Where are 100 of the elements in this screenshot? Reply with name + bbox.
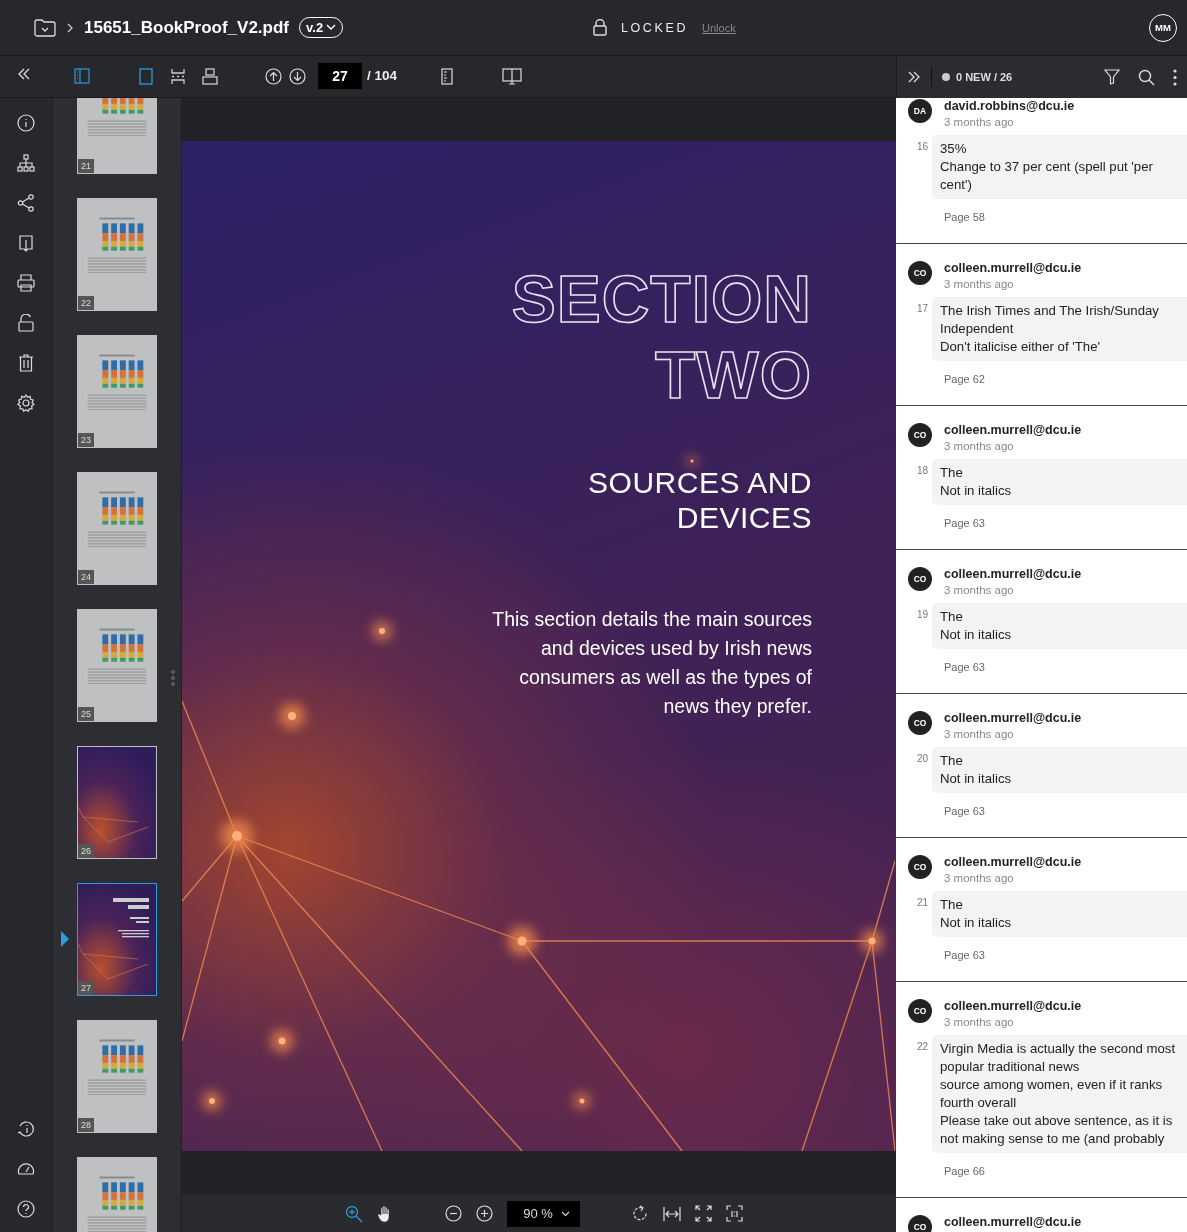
- comment-number: 21: [915, 896, 929, 910]
- comment-time: 3 months ago: [944, 1015, 1015, 1030]
- comment-author: colleen.murrell@dcu.ie: [944, 710, 1082, 726]
- user-avatar: CO: [908, 999, 932, 1023]
- page-fit-icon[interactable]: [202, 68, 218, 85]
- section-title: TWO: [655, 337, 812, 413]
- page-thumbnail[interactable]: 22: [77, 198, 157, 311]
- comment-time: 3 months ago: [944, 871, 1015, 886]
- help-icon[interactable]: [17, 1200, 35, 1218]
- comment-bubble[interactable]: The Not in italics: [932, 459, 1187, 505]
- unlock-link[interactable]: Unlock: [702, 21, 736, 34]
- section-description: and devices used by Irish news: [541, 636, 812, 661]
- share-icon[interactable]: [17, 194, 35, 212]
- info-icon[interactable]: [17, 114, 35, 132]
- thumbnails-toggle-icon[interactable]: [74, 68, 90, 84]
- comment-page: Page 62: [944, 372, 986, 387]
- filter-icon[interactable]: [1104, 69, 1120, 85]
- arrow-down-icon[interactable]: [289, 68, 306, 85]
- search-icon[interactable]: [1138, 68, 1155, 86]
- comment-text: Not in italics: [940, 482, 1013, 500]
- comment-bubble[interactable]: The Not in italics: [932, 747, 1187, 793]
- file-name: 15651_BookProof_V2.pdf: [84, 17, 289, 38]
- section-description: consumers as well as the types of: [519, 665, 812, 690]
- fit-width-icon[interactable]: [662, 1205, 681, 1222]
- user-avatar: CO: [908, 261, 932, 285]
- section-subtitle: SOURCES AND: [588, 465, 812, 500]
- settings-icon[interactable]: [17, 394, 35, 412]
- comment-bubble[interactable]: 35% Change to 37 per cent (spell put 'per cent'): [932, 135, 1187, 199]
- caret-icon: [326, 24, 337, 31]
- zoom-tool-icon[interactable]: [345, 1204, 364, 1223]
- comment-text: 35%: [940, 140, 968, 158]
- page-number: 21: [78, 159, 94, 173]
- collapse-icon[interactable]: [17, 68, 31, 80]
- comment-author: colleen.murrell@dcu.ie: [944, 422, 1082, 438]
- zoom-level-dropdown[interactable]: 90 %: [507, 1200, 580, 1227]
- comment-time: 3 months ago: [944, 439, 1015, 454]
- folder-icon[interactable]: [34, 18, 56, 37]
- user-avatar: CO: [908, 567, 932, 591]
- comment-author: colleen.murrell@dcu.ie: [944, 998, 1082, 1014]
- page-number: 24: [78, 570, 94, 584]
- comment-number: 20: [915, 752, 929, 766]
- page-number: 23: [78, 433, 94, 447]
- comment-text: The: [940, 608, 964, 626]
- user-avatar: CO: [908, 1215, 932, 1232]
- gauge-icon[interactable]: [17, 1160, 35, 1178]
- comment-author: colleen.murrell@dcu.ie: [944, 854, 1082, 870]
- lock-icon[interactable]: [17, 314, 35, 332]
- comment-page: Page 63: [944, 948, 986, 963]
- trash-icon[interactable]: [17, 354, 35, 372]
- section-title: SECTION: [511, 261, 812, 337]
- comment-time: 3 months ago: [944, 115, 1015, 130]
- user-avatar: CO: [908, 423, 932, 447]
- comment-author: colleen.murrell@dcu.ie: [944, 260, 1082, 276]
- expand-icon[interactable]: [907, 71, 921, 83]
- comment-text: Not in italics: [940, 626, 1013, 644]
- download-icon[interactable]: [17, 234, 35, 252]
- page-thumbnail[interactable]: 26: [77, 746, 157, 859]
- comment-time: 3 months ago: [944, 583, 1015, 598]
- section-description: This section details the main sources: [492, 607, 812, 632]
- comment-author: david.robbins@dcu.ie: [944, 98, 1075, 114]
- single-page-icon[interactable]: [138, 68, 154, 85]
- more-options-icon[interactable]: [1173, 68, 1177, 86]
- page-total: / 104: [367, 68, 398, 83]
- comment-text: Please take out above sentence, as it is not making sense to me (and probably: [940, 1112, 1174, 1148]
- comment-bubble[interactable]: Virgin Media is actually the second most popular traditional news source among women, even if it ranks fourth overall Please take out above sentence, as it is not making sense to me (and probably: [932, 1035, 1187, 1153]
- fullscreen-icon[interactable]: [694, 1205, 712, 1222]
- page-thumbnail[interactable]: 27: [77, 883, 157, 996]
- page-number: 26: [78, 844, 94, 858]
- comment-text: Not in italics: [940, 770, 1013, 788]
- comment-page: Page 58: [944, 210, 986, 225]
- page-thumbnail[interactable]: 23: [77, 335, 157, 448]
- comment-text: Don't italicise either of 'The': [940, 338, 1101, 356]
- continuous-pages-icon[interactable]: [170, 68, 186, 85]
- compare-icon[interactable]: [502, 68, 522, 85]
- user-avatar: CO: [908, 855, 932, 879]
- comment-text: The: [940, 464, 964, 482]
- rotate-icon[interactable]: [631, 1205, 649, 1222]
- comment-text: The: [940, 752, 964, 770]
- comment-bubble[interactable]: The Irish Times and The Irish/Sunday Independent Don't italicise either of 'The': [932, 297, 1187, 361]
- comment-page: Page 63: [944, 804, 986, 819]
- page-thumbnail[interactable]: 24: [77, 472, 157, 585]
- ruler-icon[interactable]: [441, 68, 453, 85]
- page-number: 25: [78, 707, 94, 721]
- history-icon[interactable]: [17, 1120, 35, 1138]
- page-thumbnail[interactable]: 28: [77, 1020, 157, 1133]
- zoom-out-icon[interactable]: [445, 1205, 463, 1222]
- current-page-marker-icon: [61, 931, 69, 947]
- comment-bubble[interactable]: The Not in italics: [932, 603, 1187, 649]
- comment-page: Page 63: [944, 516, 986, 531]
- comment-bubble[interactable]: The Not in italics: [932, 891, 1187, 937]
- drag-handle-icon[interactable]: [171, 670, 175, 686]
- zoom-in-icon[interactable]: [476, 1205, 494, 1222]
- hierarchy-icon[interactable]: [17, 154, 35, 172]
- page-thumbnail[interactable]: 25: [77, 609, 157, 722]
- comment-text: Not in italics: [940, 914, 1013, 932]
- print-icon[interactable]: [17, 274, 35, 292]
- page-number-field[interactable]: 27: [318, 63, 362, 89]
- actual-size-icon[interactable]: [725, 1205, 743, 1222]
- page-thumbnail[interactable]: 21: [77, 98, 157, 174]
- arrow-up-icon[interactable]: [265, 68, 282, 85]
